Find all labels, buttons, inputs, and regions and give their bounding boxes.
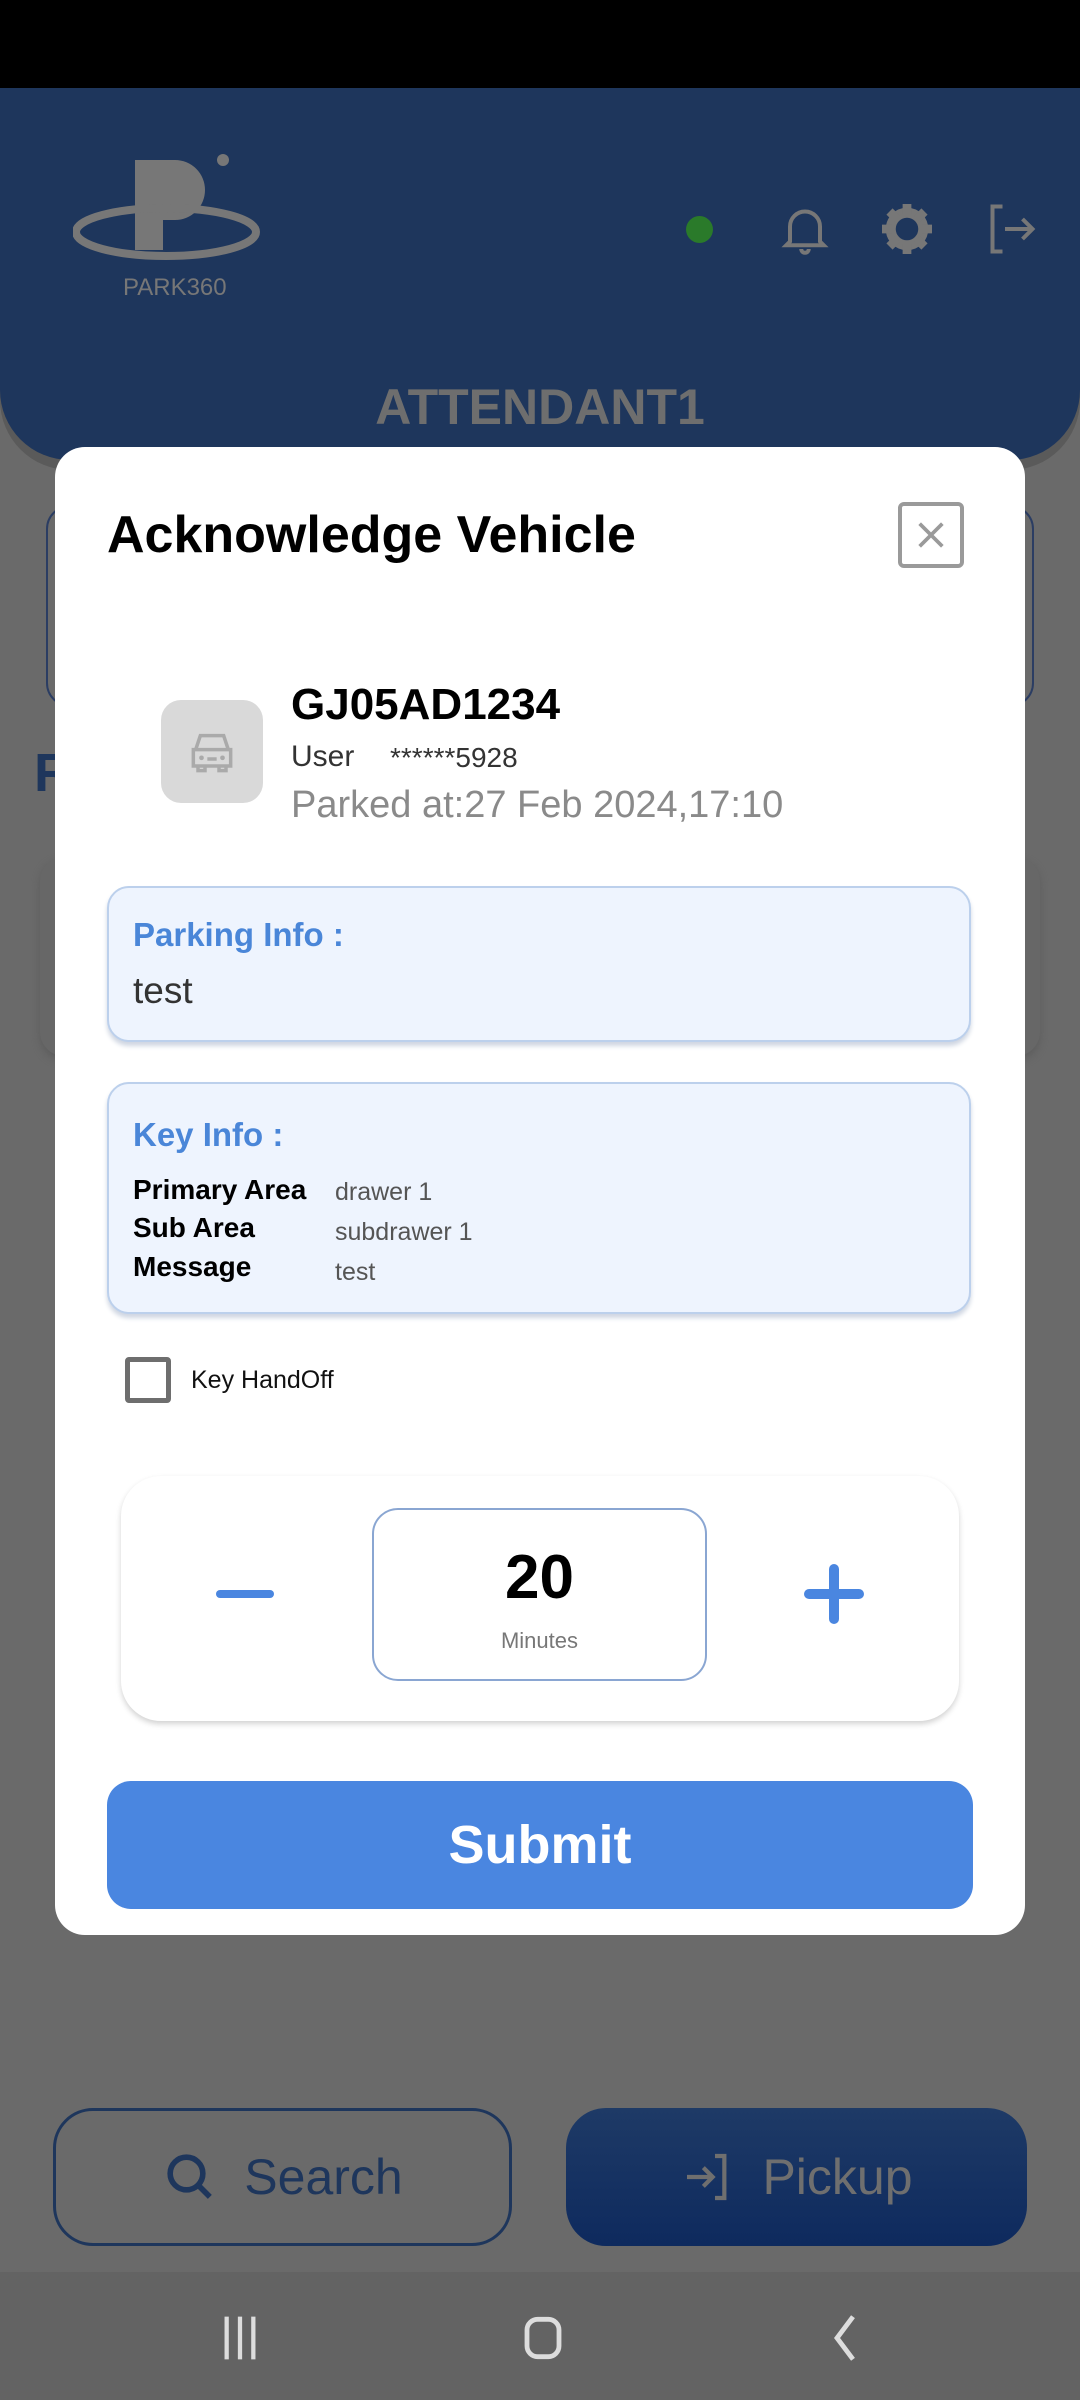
vehicle-thumbnail xyxy=(161,700,263,803)
recent-apps-icon[interactable] xyxy=(208,2306,272,2370)
close-button[interactable] xyxy=(898,502,964,568)
key-handoff-checkbox[interactable] xyxy=(125,1357,171,1403)
primary-area-value: drawer 1 xyxy=(335,1178,433,1206)
pickup-button[interactable]: Pickup xyxy=(566,2108,1027,2246)
primary-area-label: Primary Area xyxy=(133,1174,307,1205)
logout-icon[interactable] xyxy=(980,199,1040,259)
decrement-button[interactable] xyxy=(210,1569,280,1619)
user-label: User xyxy=(291,740,355,773)
key-info-label: Key Info : xyxy=(133,1116,284,1153)
logo-text: PARK360 xyxy=(123,274,227,300)
home-icon[interactable] xyxy=(511,2306,575,2370)
sub-area-value: subdrawer 1 xyxy=(335,1218,473,1246)
sub-area-label: Sub Area xyxy=(133,1212,255,1243)
minus-icon xyxy=(216,1590,274,1598)
gear-icon[interactable] xyxy=(877,199,937,259)
attendant-name: ATTENDANT1 xyxy=(375,379,705,435)
status-bar xyxy=(0,0,1080,88)
submit-button[interactable]: Submit xyxy=(107,1781,973,1909)
message-value: test xyxy=(335,1258,376,1286)
parking-info-label: Parking Info : xyxy=(133,916,344,953)
online-status-indicator xyxy=(686,216,713,243)
search-label: Search xyxy=(244,2149,403,2205)
search-icon xyxy=(167,2154,213,2199)
parked-at: Parked at:27 Feb 2024,17:10 xyxy=(291,784,784,826)
car-icon xyxy=(191,733,233,772)
login-arrow-icon xyxy=(687,2153,727,2201)
minutes-value: 20 xyxy=(505,1543,574,1612)
back-icon[interactable] xyxy=(813,2306,877,2370)
minutes-unit: Minutes xyxy=(500,1628,579,1653)
parking-info-card: Parking Info : test xyxy=(107,886,971,1042)
key-info-card: Key Info : Primary Area drawer 1 Sub Are… xyxy=(107,1082,971,1314)
key-handoff-label[interactable]: Key HandOff xyxy=(191,1366,334,1395)
vehicle-plate: GJ05AD1234 xyxy=(291,680,561,729)
dialog-title: Acknowledge Vehicle xyxy=(107,506,636,564)
minutes-value-box[interactable]: 20 Minutes xyxy=(372,1508,707,1681)
message-label: Message xyxy=(133,1251,252,1282)
close-icon xyxy=(918,522,944,548)
user-phone-masked: ******5928 xyxy=(390,742,518,773)
parking-info-value: test xyxy=(133,970,193,1011)
pickup-label: Pickup xyxy=(762,2149,913,2205)
bell-icon[interactable] xyxy=(775,199,835,259)
plus-icon[interactable] xyxy=(800,1560,868,1628)
search-button[interactable]: Search xyxy=(53,2108,512,2246)
park360-logo: PARK360 xyxy=(73,154,260,300)
